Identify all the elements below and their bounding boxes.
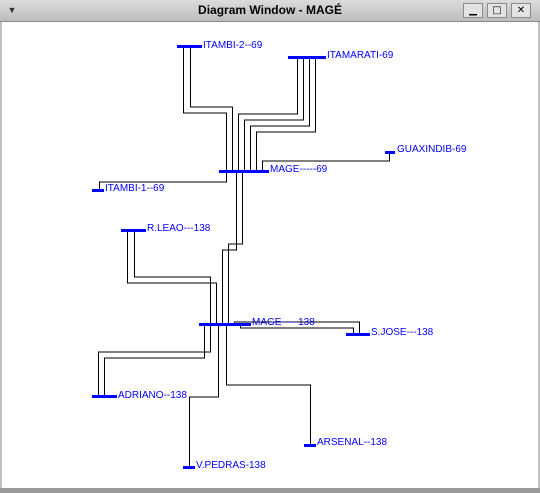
label-guaxindib-69: GUAXINDIB-69 [397, 144, 467, 155]
line-itamarati-mage69-c [250, 58, 310, 172]
minimize-icon[interactable]: ▁ [463, 3, 483, 18]
bus-s-jose-138 [346, 333, 370, 336]
title-bar[interactable]: ▼ Diagram Window - MAGÉ ▁ □ ✕ [0, 0, 540, 22]
bus-adriano-138 [92, 395, 117, 398]
label-r-leao-138: R.LEAO---138 [147, 223, 211, 234]
label-v-pedras-138: V.PEDRAS-138 [196, 460, 266, 471]
bus-bars [92, 45, 395, 469]
label-adriano-138: ADRIANO--138 [118, 390, 187, 401]
bus-itamarati-69 [288, 56, 326, 59]
diagram-window: ▼ Diagram Window - MAGÉ ▁ □ ✕ ITAMBI-2--… [0, 0, 540, 493]
bus-itambi-2-69 [177, 45, 202, 48]
bus-mage-138 [199, 323, 251, 326]
window-title: Diagram Window - MAGÉ [198, 3, 342, 17]
one-line-diagram: ITAMBI-2--69 ITAMARATI-69 GUAXINDIB-69 M… [92, 40, 467, 471]
line-rleao-mage138-a [127, 231, 217, 325]
bus-guaxindib-69 [385, 151, 395, 154]
bus-mage-69 [219, 170, 269, 173]
line-itamarati-mage69-b [244, 58, 304, 172]
diagram-canvas[interactable]: ITAMBI-2--69 ITAMARATI-69 GUAXINDIB-69 M… [2, 22, 538, 488]
label-itamarati-69: ITAMARATI-69 [327, 50, 394, 61]
label-arsenal-138: ARSENAL--138 [317, 437, 387, 448]
label-mage-69: MAGE-----69 [270, 164, 328, 175]
bus-v-pedras-138 [183, 466, 195, 469]
maximize-icon[interactable]: □ [487, 3, 507, 18]
line-adriano-mage138-b [104, 325, 205, 397]
window-bottom-border [0, 488, 540, 493]
close-icon[interactable]: ✕ [511, 3, 531, 18]
line-itamarati-mage69-d [256, 58, 316, 172]
line-mage69-mage138-b [222, 172, 237, 325]
line-itamarati-mage69-a [238, 58, 298, 172]
bus-arsenal-138 [304, 444, 316, 447]
bus-labels: ITAMBI-2--69 ITAMARATI-69 GUAXINDIB-69 M… [105, 40, 467, 471]
bus-r-leao-138 [121, 229, 146, 232]
line-arsenal-mage138 [226, 325, 311, 446]
line-itambi2-mage69 [183, 47, 227, 172]
label-s-jose-138: S.JOSE---138 [371, 327, 434, 338]
line-rleao-mage138-b [134, 231, 211, 325]
line-mage69-mage138-a [228, 172, 243, 325]
label-mage-138: MAGE-----138 [252, 317, 315, 328]
line-adriano-mage138-a [98, 325, 211, 397]
label-itambi-1-69: ITAMBI-1--69 [105, 183, 165, 194]
connection-lines [98, 47, 390, 468]
label-itambi-2-69: ITAMBI-2--69 [203, 40, 263, 51]
bus-itambi-1-69 [92, 189, 104, 192]
